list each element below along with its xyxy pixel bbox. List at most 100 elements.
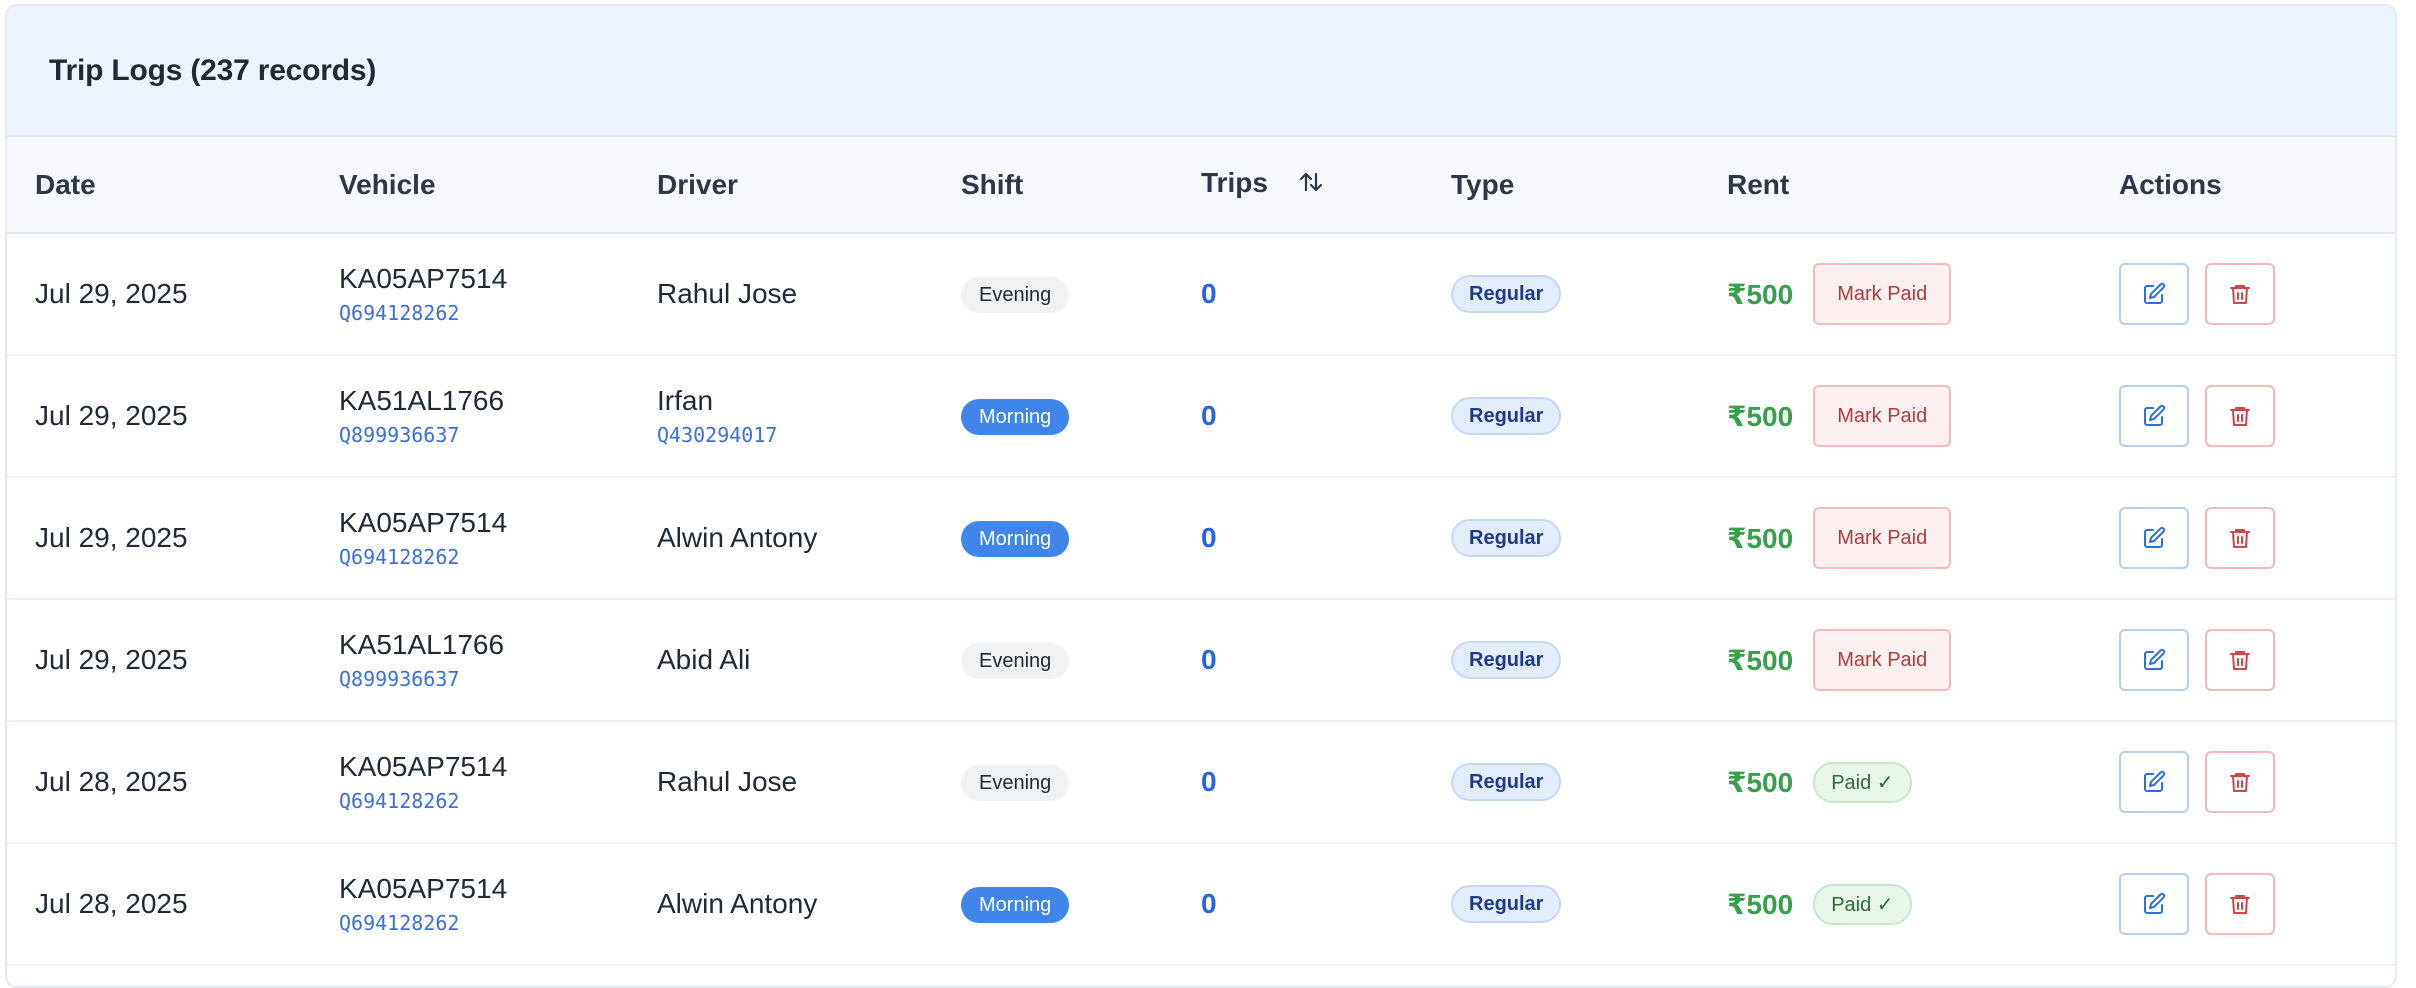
delete-button[interactable] xyxy=(2205,873,2275,935)
edit-icon xyxy=(2142,526,2166,550)
actions-cell xyxy=(2091,721,2395,843)
driver-cell: Rahul Jose xyxy=(629,721,933,843)
type-badge: Regular xyxy=(1451,763,1562,801)
rent-cell: ₹500 Mark Paid xyxy=(1699,233,2091,355)
driver-cell: Irfan Q430294017 xyxy=(629,355,933,477)
shift-cell: Evening xyxy=(933,721,1173,843)
edit-button[interactable] xyxy=(2119,629,2189,691)
edit-button[interactable] xyxy=(2119,873,2189,935)
type-cell: Regular xyxy=(1423,233,1699,355)
trip-date: Jul 28, 2025 xyxy=(35,766,188,797)
payment-status[interactable]: Mark Paid xyxy=(1813,385,1952,447)
delete-button[interactable] xyxy=(2205,751,2275,813)
payment-status[interactable]: Mark Paid xyxy=(1813,507,1952,569)
shift-cell: Morning xyxy=(933,355,1173,477)
payment-status[interactable]: Paid ✓ xyxy=(1813,883,1912,925)
date-cell: Jul 28, 2025 xyxy=(7,843,311,965)
type-cell: Regular xyxy=(1423,599,1699,721)
delete-button[interactable] xyxy=(2205,263,2275,325)
type-cell: Regular xyxy=(1423,721,1699,843)
vehicle-id-link[interactable]: Q899936637 xyxy=(339,667,629,691)
sort-arrows-icon[interactable] xyxy=(1298,169,1324,202)
date-cell: Jul 28, 2025 xyxy=(7,721,311,843)
type-cell: Regular xyxy=(1423,843,1699,965)
payment-status[interactable]: Paid ✓ xyxy=(1813,761,1912,803)
col-header-driver[interactable]: Driver xyxy=(629,137,933,233)
table-row[interactable]: Jul 29, 2025 KA51AL1766 Q899936637 Abid … xyxy=(7,599,2395,721)
trash-icon xyxy=(2228,526,2252,550)
payment-status[interactable]: Mark Paid xyxy=(1813,263,1952,325)
driver-cell: Alwin Antony xyxy=(629,843,933,965)
col-header-rent[interactable]: Rent xyxy=(1699,137,2091,233)
vehicle-number: KA05AP7514 xyxy=(339,751,508,782)
vehicle-cell: KA51AL1766 Q899936637 xyxy=(311,599,629,721)
edit-button[interactable] xyxy=(2119,507,2189,569)
col-header-shift[interactable]: Shift xyxy=(933,137,1173,233)
shift-badge: Evening xyxy=(961,764,1070,801)
vehicle-id-link[interactable]: Q899936637 xyxy=(339,423,629,447)
edit-icon xyxy=(2142,892,2166,916)
trip-count: 0 xyxy=(1201,888,1217,919)
shift-badge: Evening xyxy=(961,276,1070,313)
table-header-row: Date Vehicle Driver Shift Trips Type Ren… xyxy=(7,137,2395,233)
edit-button[interactable] xyxy=(2119,385,2189,447)
type-badge: Regular xyxy=(1451,885,1562,923)
table-row[interactable]: Jul 29, 2025 KA51AL1766 Q899936637 Irfan… xyxy=(7,355,2395,477)
trips-cell: 0 xyxy=(1173,599,1423,721)
vehicle-id-link[interactable]: Q694128262 xyxy=(339,301,629,325)
vehicle-number: KA05AP7514 xyxy=(339,263,508,294)
col-header-vehicle[interactable]: Vehicle xyxy=(311,137,629,233)
type-cell: Regular xyxy=(1423,477,1699,599)
driver-name: Irfan xyxy=(657,385,714,416)
date-cell: Jul 29, 2025 xyxy=(7,599,311,721)
vehicle-cell: KA05AP7514 Q694128262 xyxy=(311,477,629,599)
trip-count: 0 xyxy=(1201,278,1217,309)
trip-logs-table: Date Vehicle Driver Shift Trips Type Ren… xyxy=(7,137,2395,966)
type-badge: Regular xyxy=(1451,397,1562,435)
edit-button[interactable] xyxy=(2119,263,2189,325)
trips-cell: 0 xyxy=(1173,721,1423,843)
delete-button[interactable] xyxy=(2205,507,2275,569)
delete-button[interactable] xyxy=(2205,385,2275,447)
col-header-trips[interactable]: Trips xyxy=(1173,137,1423,233)
table-row[interactable]: Jul 28, 2025 KA05AP7514 Q694128262 Rahul… xyxy=(7,721,2395,843)
delete-button[interactable] xyxy=(2205,629,2275,691)
shift-badge: Morning xyxy=(961,886,1070,923)
payment-status[interactable]: Mark Paid xyxy=(1813,629,1952,691)
panel-header: Trip Logs (237 records) xyxy=(7,6,2395,137)
date-cell: Jul 29, 2025 xyxy=(7,233,311,355)
vehicle-id-link[interactable]: Q694128262 xyxy=(339,545,629,569)
edit-button[interactable] xyxy=(2119,751,2189,813)
table-row[interactable]: Jul 29, 2025 KA05AP7514 Q694128262 Rahul… xyxy=(7,233,2395,355)
table-row[interactable]: Jul 28, 2025 KA05AP7514 Q694128262 Alwin… xyxy=(7,843,2395,965)
edit-icon xyxy=(2142,282,2166,306)
vehicle-cell: KA05AP7514 Q694128262 xyxy=(311,233,629,355)
rent-cell: ₹500 Mark Paid xyxy=(1699,355,2091,477)
trip-date: Jul 29, 2025 xyxy=(35,522,188,553)
driver-id-link[interactable]: Q430294017 xyxy=(657,423,933,447)
vehicle-number: KA05AP7514 xyxy=(339,873,508,904)
shift-badge: Morning xyxy=(961,398,1070,435)
col-header-date[interactable]: Date xyxy=(7,137,311,233)
vehicle-id-link[interactable]: Q694128262 xyxy=(339,911,629,935)
type-badge: Regular xyxy=(1451,275,1562,313)
driver-name: Alwin Antony xyxy=(657,522,818,553)
col-header-type[interactable]: Type xyxy=(1423,137,1699,233)
driver-cell: Rahul Jose xyxy=(629,233,933,355)
trash-icon xyxy=(2228,770,2252,794)
trip-date: Jul 29, 2025 xyxy=(35,644,188,675)
trips-cell: 0 xyxy=(1173,355,1423,477)
trash-icon xyxy=(2228,892,2252,916)
trips-cell: 0 xyxy=(1173,233,1423,355)
driver-name: Rahul Jose xyxy=(657,278,798,309)
shift-cell: Evening xyxy=(933,599,1173,721)
trips-cell: 0 xyxy=(1173,843,1423,965)
trash-icon xyxy=(2228,648,2252,672)
rent-amount: ₹500 xyxy=(1727,400,1794,432)
table-row[interactable]: Jul 29, 2025 KA05AP7514 Q694128262 Alwin… xyxy=(7,477,2395,599)
driver-cell: Abid Ali xyxy=(629,599,933,721)
trip-date: Jul 28, 2025 xyxy=(35,888,188,919)
driver-cell: Alwin Antony xyxy=(629,477,933,599)
vehicle-number: KA51AL1766 xyxy=(339,629,505,660)
vehicle-id-link[interactable]: Q694128262 xyxy=(339,789,629,813)
